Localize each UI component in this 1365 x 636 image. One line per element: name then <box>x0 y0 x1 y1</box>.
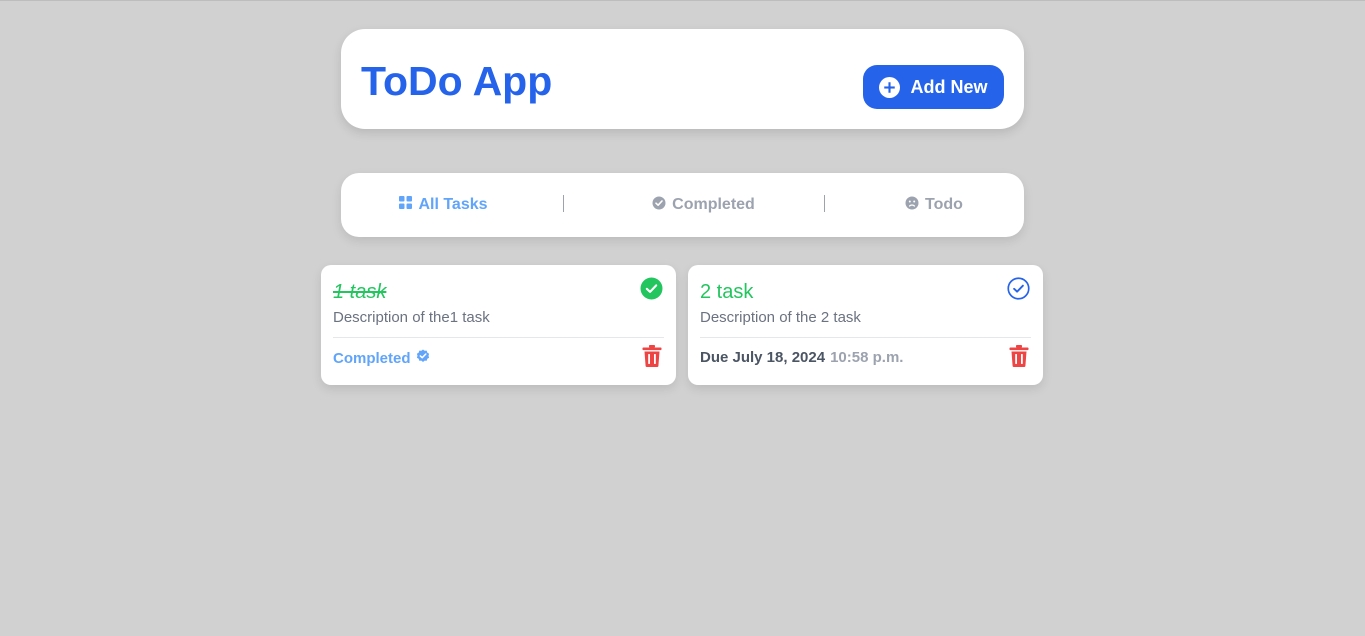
due-time: 10:58 p.m. <box>830 349 904 366</box>
tab-divider <box>563 195 564 212</box>
plus-circle-icon <box>879 76 901 98</box>
trash-icon[interactable] <box>1009 345 1029 369</box>
task-title: 1 task <box>333 281 387 303</box>
due-date-label: Due July 18, 2024 <box>700 349 826 366</box>
frown-icon <box>905 196 919 215</box>
check-circle-filled-icon[interactable] <box>640 277 663 300</box>
tab-todo[interactable]: Todo <box>889 173 979 237</box>
task-description: Description of the1 task <box>333 309 490 326</box>
tab-completed[interactable]: Completed <box>631 173 776 237</box>
add-new-label: Add New <box>910 76 988 97</box>
app-header: ToDo App Add New <box>341 29 1024 129</box>
task-due-date: Due July 18, 2024 10:58 p.m. <box>700 349 903 367</box>
add-new-button[interactable]: Add New <box>863 65 1004 109</box>
app-title: ToDo App <box>361 58 553 104</box>
tab-completed-label: Completed <box>672 196 755 213</box>
tab-all-tasks-label: All Tasks <box>418 196 488 213</box>
tab-divider <box>824 195 825 212</box>
card-divider <box>333 337 664 338</box>
task-title: 2 task <box>700 281 754 303</box>
tab-todo-label: Todo <box>925 196 963 213</box>
tab-all-tasks[interactable]: All Tasks <box>381 173 506 237</box>
trash-icon[interactable] <box>642 345 662 369</box>
filter-bar: All Tasks Completed Todo <box>341 173 1024 237</box>
top-border <box>0 0 1365 1</box>
task-footer-status: Completed <box>333 349 430 368</box>
task-description: Description of the 2 task <box>700 309 861 326</box>
task-card: 1 task Description of the1 task Complete… <box>321 265 676 385</box>
check-circle-outline-icon[interactable] <box>1007 277 1030 300</box>
task-card: 2 task Description of the 2 task Due Jul… <box>688 265 1043 385</box>
completed-label: Completed <box>333 349 411 367</box>
verified-badge-icon <box>416 349 430 368</box>
grid-icon <box>399 196 413 214</box>
check-badge-icon <box>652 196 666 215</box>
card-divider <box>700 337 1031 338</box>
